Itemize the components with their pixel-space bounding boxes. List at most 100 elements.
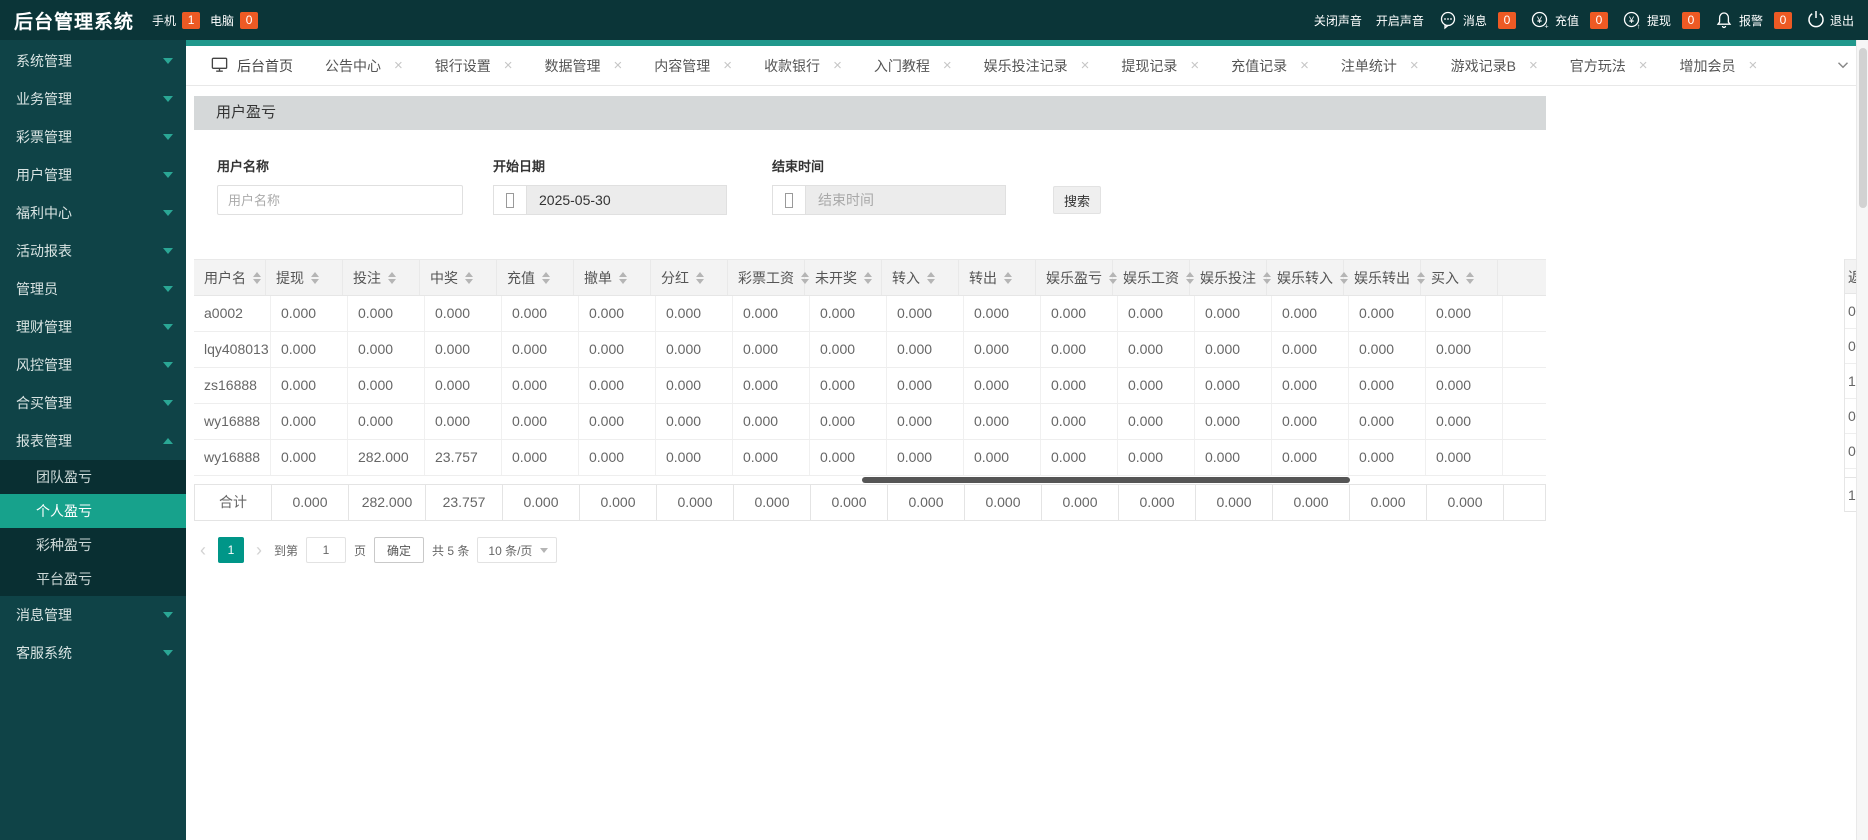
- prev-page-button[interactable]: ‹: [196, 541, 210, 559]
- column-header[interactable]: 投注: [343, 260, 420, 295]
- sort-icon[interactable]: [465, 271, 473, 284]
- close-icon[interactable]: ×: [1639, 58, 1648, 73]
- close-icon[interactable]: ×: [1529, 58, 1538, 73]
- sidebar-item[interactable]: 活动报表: [0, 232, 186, 270]
- sort-icon[interactable]: [864, 271, 872, 284]
- sidebar-item[interactable]: 管理员: [0, 270, 186, 308]
- logout-button[interactable]: 退出: [1806, 9, 1854, 32]
- scrollbar-thumb[interactable]: [862, 477, 1350, 483]
- sidebar-item[interactable]: 合买管理: [0, 384, 186, 422]
- sidebar-item[interactable]: 消息管理: [0, 596, 186, 634]
- tab[interactable]: 收款银行 ×: [748, 56, 858, 76]
- column-header[interactable]: 娱乐转出: [1344, 260, 1425, 295]
- sidebar-item[interactable]: 风控管理: [0, 346, 186, 384]
- page-size-select[interactable]: 10 条/页: [477, 537, 558, 563]
- tab[interactable]: 内容管理 ×: [638, 56, 748, 76]
- end-time-input[interactable]: 结束时间: [772, 185, 1006, 215]
- sidebar-item[interactable]: 业务管理: [0, 80, 186, 118]
- column-header[interactable]: 用户名: [194, 260, 266, 295]
- close-icon[interactable]: ×: [1190, 58, 1199, 73]
- tab-home[interactable]: 后台首页: [194, 55, 309, 77]
- start-date-input[interactable]: 2025-05-30: [493, 185, 727, 215]
- confirm-page-button[interactable]: 确定: [374, 537, 425, 563]
- next-page-button[interactable]: ›: [252, 541, 266, 559]
- sidebar-item[interactable]: 报表管理: [0, 422, 186, 460]
- column-header[interactable]: 娱乐盈亏: [1036, 260, 1117, 295]
- column-header[interactable]: 娱乐工资: [1113, 260, 1194, 295]
- close-icon[interactable]: ×: [833, 58, 842, 73]
- tab[interactable]: 公告中心 ×: [309, 56, 419, 76]
- tab[interactable]: 娱乐投注记录 ×: [968, 56, 1106, 76]
- column-header[interactable]: 撤单: [574, 260, 651, 295]
- sidebar-item[interactable]: 彩票管理: [0, 118, 186, 156]
- sound-off-button[interactable]: 关闭声音: [1314, 12, 1362, 29]
- value-cell: 0.000: [271, 404, 348, 439]
- sort-icon[interactable]: [388, 271, 396, 284]
- close-icon[interactable]: ×: [1410, 58, 1419, 73]
- close-icon[interactable]: ×: [1081, 58, 1090, 73]
- search-button[interactable]: 搜索: [1053, 186, 1101, 214]
- sidebar-item[interactable]: 用户管理: [0, 156, 186, 194]
- column-header[interactable]: 娱乐投注: [1190, 260, 1271, 295]
- close-icon[interactable]: ×: [943, 58, 952, 73]
- close-icon[interactable]: ×: [723, 58, 732, 73]
- column-header[interactable]: 中奖: [420, 260, 497, 295]
- tab[interactable]: 增加会员 ×: [1664, 56, 1774, 76]
- start-date-value[interactable]: 2025-05-30: [527, 185, 727, 215]
- tab[interactable]: 游戏记录B ×: [1435, 56, 1554, 76]
- column-header[interactable]: 分红: [651, 260, 728, 295]
- horizontal-scrollbar[interactable]: [194, 476, 1546, 484]
- scrollbar-thumb[interactable]: [1859, 48, 1867, 208]
- sort-icon[interactable]: [927, 271, 935, 284]
- sort-icon[interactable]: [619, 271, 627, 284]
- sort-icon[interactable]: [1466, 271, 1474, 284]
- current-page-button[interactable]: 1: [218, 537, 244, 563]
- column-header[interactable]: 未开奖: [805, 260, 882, 295]
- pc-online-indicator[interactable]: 电脑 0: [210, 11, 259, 29]
- username-input[interactable]: [217, 185, 463, 215]
- close-icon[interactable]: ×: [1300, 58, 1309, 73]
- messages-counter[interactable]: 消息 0: [1438, 10, 1516, 30]
- end-time-placeholder[interactable]: 结束时间: [806, 185, 1006, 215]
- column-header[interactable]: 充值: [497, 260, 574, 295]
- sort-icon[interactable]: [311, 271, 319, 284]
- chevron-up-icon: [163, 438, 173, 444]
- sidebar-item[interactable]: 系统管理: [0, 42, 186, 80]
- goto-page-input[interactable]: [306, 537, 347, 563]
- close-icon[interactable]: ×: [504, 58, 513, 73]
- tab[interactable]: 入门教程 ×: [858, 56, 968, 76]
- close-icon[interactable]: ×: [614, 58, 623, 73]
- recharge-counter[interactable]: ¥ + 充值 0: [1530, 10, 1608, 30]
- sidebar-item[interactable]: 福利中心: [0, 194, 186, 232]
- tab[interactable]: 充值记录 ×: [1215, 56, 1325, 76]
- column-header[interactable]: 转出: [959, 260, 1036, 295]
- tab[interactable]: 注单统计 ×: [1325, 56, 1435, 76]
- sort-icon[interactable]: [696, 271, 704, 284]
- chevron-down-icon[interactable]: [1834, 56, 1852, 79]
- tab[interactable]: 官方玩法 ×: [1554, 56, 1664, 76]
- column-header[interactable]: 彩票工资: [728, 260, 809, 295]
- column-header[interactable]: 转入: [882, 260, 959, 295]
- sidebar-item[interactable]: 客服系统: [0, 634, 186, 672]
- sidebar-subitem[interactable]: 彩种盈亏: [0, 528, 186, 562]
- sidebar-subitem[interactable]: 团队盈亏: [0, 460, 186, 494]
- close-icon[interactable]: ×: [394, 58, 403, 73]
- column-header[interactable]: 提现: [266, 260, 343, 295]
- sidebar-subitem[interactable]: 个人盈亏: [0, 494, 186, 528]
- column-header[interactable]: 娱乐转入: [1267, 260, 1348, 295]
- tab[interactable]: 数据管理 ×: [529, 56, 639, 76]
- close-icon[interactable]: ×: [1749, 58, 1758, 73]
- sort-icon[interactable]: [542, 271, 550, 284]
- tab[interactable]: 银行设置 ×: [419, 56, 529, 76]
- column-header[interactable]: 买入: [1421, 260, 1498, 295]
- sidebar-subitem[interactable]: 平台盈亏: [0, 562, 186, 596]
- sort-icon[interactable]: [1004, 271, 1012, 284]
- sort-icon[interactable]: [253, 271, 261, 284]
- withdraw-counter[interactable]: ¥ ↑ 提现 0: [1622, 10, 1700, 30]
- tab[interactable]: 提现记录 ×: [1105, 56, 1215, 76]
- phone-online-indicator[interactable]: 手机 1: [152, 11, 201, 29]
- vertical-scrollbar[interactable]: [1856, 40, 1868, 840]
- sidebar-item[interactable]: 理财管理: [0, 308, 186, 346]
- sound-on-button[interactable]: 开启声音: [1376, 12, 1424, 29]
- alarm-counter[interactable]: 报警 0: [1714, 10, 1792, 30]
